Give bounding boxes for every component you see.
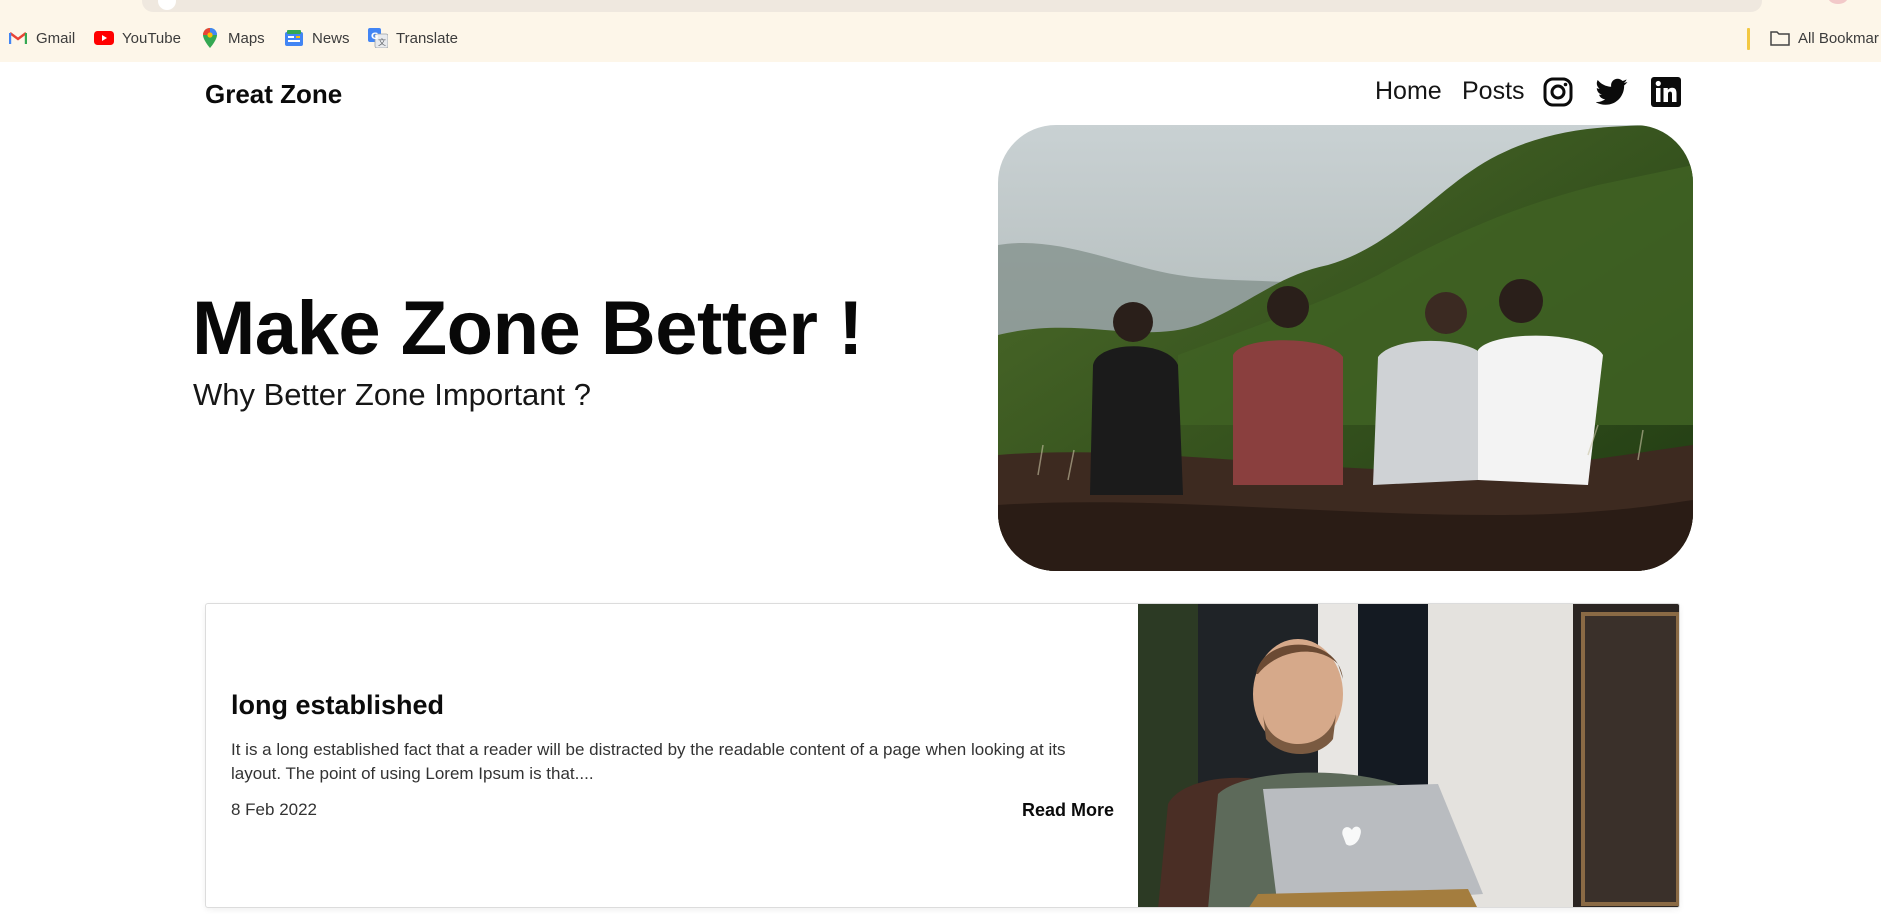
linkedin-icon[interactable]: [1650, 76, 1682, 108]
bookmarks-bar: Gmail YouTube Maps News G文 Translate All…: [0, 14, 1881, 62]
bookmarks-divider: [1747, 28, 1750, 50]
post-date: 8 Feb 2022: [231, 800, 318, 819]
bookmark-label: News: [312, 29, 350, 47]
hero-image: [998, 125, 1693, 571]
svg-text:文: 文: [378, 37, 386, 47]
read-more-link[interactable]: Read More: [1022, 800, 1114, 821]
site-logo-title[interactable]: Great Zone: [205, 79, 342, 110]
instagram-icon[interactable]: [1542, 76, 1574, 108]
hero-subtitle: Why Better Zone Important ?: [193, 377, 592, 412]
nav-home-link[interactable]: Home: [1375, 77, 1442, 106]
post-excerpt: It is a long established fact that a rea…: [231, 740, 1066, 783]
all-bookmarks[interactable]: All Bookmar: [1770, 27, 1879, 49]
bookmark-youtube[interactable]: YouTube: [94, 27, 181, 49]
gmail-icon: [8, 28, 28, 48]
hero-title: Make Zone Better !: [192, 286, 863, 371]
bookmark-translate[interactable]: G文 Translate: [368, 27, 458, 49]
bookmark-label: Maps: [228, 29, 265, 47]
all-bookmarks-label: All Bookmar: [1798, 29, 1879, 47]
translate-icon: G文: [368, 28, 388, 48]
youtube-icon: [94, 28, 114, 48]
folder-icon: [1770, 28, 1790, 48]
address-bar[interactable]: [142, 0, 1762, 12]
bookmark-maps[interactable]: Maps: [200, 27, 265, 49]
twitter-icon[interactable]: [1596, 76, 1628, 108]
bookmark-label: Translate: [396, 29, 458, 47]
news-icon: [284, 28, 304, 48]
bookmark-label: YouTube: [122, 29, 181, 47]
bookmark-label: Gmail: [36, 29, 76, 47]
maps-icon: [200, 28, 220, 48]
post-image: [1138, 604, 1679, 907]
nav-posts-link[interactable]: Posts: [1462, 77, 1525, 106]
bookmark-news[interactable]: News: [284, 27, 350, 49]
post-title[interactable]: long established: [231, 690, 444, 721]
bookmark-gmail[interactable]: Gmail: [8, 27, 75, 49]
post-card: long established It is a long establishe…: [205, 603, 1680, 908]
